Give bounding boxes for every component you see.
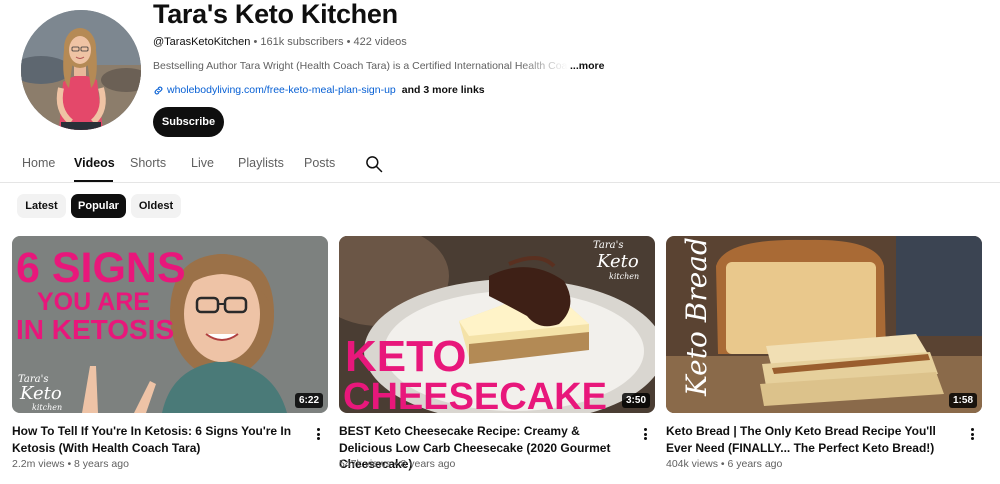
description-more-button[interactable]: ...more: [570, 60, 604, 72]
thumb-text-line: IN KETOSIS: [16, 314, 174, 345]
video-views: 547k views: [339, 458, 391, 470]
tab-home[interactable]: Home: [22, 156, 55, 170]
active-tab-indicator: [74, 180, 113, 182]
thumb-logo-text: Tara's: [593, 240, 623, 251]
video-duration: 6:22: [294, 393, 323, 408]
video-thumbnail[interactable]: KETO CHEESECAKE Tara's Keto kitchen 3:50: [339, 236, 655, 413]
video-card[interactable]: Keto Bread 1:58 Keto Bread | The Only Ke…: [666, 236, 982, 470]
channel-description[interactable]: Bestselling Author Tara Wright (Health C…: [153, 60, 613, 72]
thumb-logo-text: kitchen: [609, 272, 639, 281]
meta-separator: •: [720, 458, 725, 470]
more-vert-icon[interactable]: [312, 426, 324, 442]
video-card[interactable]: KETO CHEESECAKE Tara's Keto kitchen 3:50…: [339, 236, 655, 471]
thumbnail-image: KETO CHEESECAKE Tara's Keto kitchen: [339, 236, 655, 413]
video-duration: 3:50: [621, 393, 650, 408]
video-meta: 404k views • 6 years ago: [666, 458, 782, 470]
video-meta: 2.2m views • 8 years ago: [12, 458, 129, 470]
video-title[interactable]: Keto Bread | The Only Keto Bread Recipe …: [666, 423, 956, 456]
video-age: 8 years ago: [400, 458, 456, 470]
thumb-text-line: Keto Bread: [680, 237, 713, 397]
channel-meta: @TarasKetoKitchen • 161k subscribers • 4…: [153, 36, 407, 48]
channel-tabs: Home Videos Shorts Live Playlists Posts: [0, 145, 1000, 183]
thumb-logo-text: Keto: [596, 251, 639, 272]
thumb-text-line: CHEESECAKE: [343, 376, 607, 413]
video-title[interactable]: How To Tell If You're In Ketosis: 6 Sign…: [12, 423, 302, 456]
tab-shorts[interactable]: Shorts: [130, 156, 166, 170]
video-meta: 547k views • 8 years ago: [339, 458, 455, 470]
more-vert-icon[interactable]: [639, 426, 651, 442]
description-text: Bestselling Author Tara Wright (Health C…: [153, 60, 568, 72]
subscriber-count: 161k subscribers: [260, 36, 344, 48]
more-links-button[interactable]: and 3 more links: [402, 84, 485, 96]
meta-separator: •: [346, 36, 351, 48]
video-views: 2.2m views: [12, 458, 65, 470]
more-vert-icon[interactable]: [966, 426, 978, 442]
video-age: 6 years ago: [727, 458, 783, 470]
chip-oldest[interactable]: Oldest: [131, 194, 181, 218]
channel-title: Tara's Keto Kitchen: [153, 0, 398, 29]
meta-separator: •: [393, 458, 398, 470]
search-icon[interactable]: [364, 154, 384, 174]
video-views: 404k views: [666, 458, 718, 470]
thumb-text-line: YOU ARE: [37, 288, 150, 316]
thumb-text-line: KETO: [345, 332, 466, 381]
tab-playlists[interactable]: Playlists: [238, 156, 284, 170]
video-thumbnail[interactable]: Keto Bread 1:58: [666, 236, 982, 413]
video-count: 422 videos: [353, 36, 407, 48]
video-thumbnail[interactable]: 6 SIGNS YOU ARE IN KETOSIS Tara's Keto k…: [12, 236, 328, 413]
channel-link[interactable]: wholebodyliving.com/free-keto-meal-plan-…: [167, 84, 396, 96]
thumb-logo-text: Keto: [19, 383, 62, 404]
meta-separator: •: [67, 458, 72, 470]
tab-videos[interactable]: Videos: [74, 156, 115, 170]
channel-avatar[interactable]: [21, 10, 141, 130]
video-card[interactable]: 6 SIGNS YOU ARE IN KETOSIS Tara's Keto k…: [12, 236, 328, 470]
chip-popular[interactable]: Popular: [71, 194, 126, 218]
thumbnail-image: 6 SIGNS YOU ARE IN KETOSIS Tara's Keto k…: [12, 236, 328, 413]
thumb-logo-text: kitchen: [32, 403, 62, 412]
meta-separator: •: [253, 36, 258, 48]
chip-latest[interactable]: Latest: [17, 194, 66, 218]
tab-live[interactable]: Live: [191, 156, 214, 170]
channel-links: wholebodyliving.com/free-keto-meal-plan-…: [153, 84, 485, 96]
avatar-image: [21, 10, 141, 130]
thumbnail-image: Keto Bread: [666, 236, 982, 413]
link-icon: [154, 86, 163, 94]
video-duration: 1:58: [948, 393, 977, 408]
tab-posts[interactable]: Posts: [304, 156, 335, 170]
thumb-text-line: 6 SIGNS: [16, 244, 186, 292]
subscribe-button[interactable]: Subscribe: [153, 107, 224, 137]
video-age: 8 years ago: [74, 458, 129, 470]
channel-handle: @TarasKetoKitchen: [153, 36, 251, 48]
